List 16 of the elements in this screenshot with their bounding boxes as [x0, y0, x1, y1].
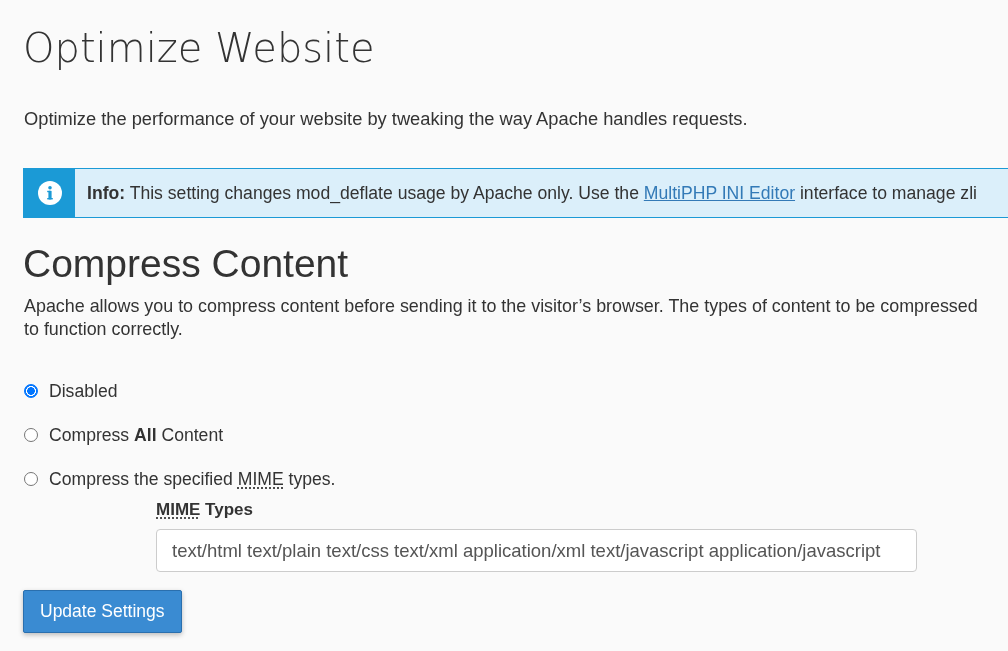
page-title: Optimize Website: [23, 24, 375, 73]
section-description: Apache allows you to compress content before sending it to the visitor’s browser. The types of content to be compressed to function correctly.: [24, 295, 978, 341]
update-settings-button[interactable]: Update Settings: [23, 590, 182, 633]
section-heading: Compress Content: [23, 241, 349, 287]
radio-button[interactable]: [24, 384, 38, 398]
radio-button[interactable]: [24, 428, 38, 442]
mime-types-input[interactable]: text/html text/plain text/css text/xml application/xml text/javascript application/javascript: [156, 529, 917, 572]
option-label[interactable]: Compress the specified MIME types.: [49, 467, 336, 491]
multiphp-ini-editor-link[interactable]: MultiPHP INI Editor: [643, 183, 796, 203]
page-description: Optimize the performance of your website by tweaking the way Apache handles requests.: [24, 107, 748, 131]
radio-button[interactable]: [24, 472, 38, 486]
field-label: MIME Types: [156, 499, 253, 521]
info-icon: [37, 181, 62, 205]
info-message: Info: This setting changes mod_deflate usage by Apache only. Use the MultiPHP INI Editor interface to manage zli: [87, 182, 977, 204]
option-label[interactable]: Disabled: [49, 379, 118, 403]
option-label[interactable]: Compress All Content: [49, 423, 224, 447]
